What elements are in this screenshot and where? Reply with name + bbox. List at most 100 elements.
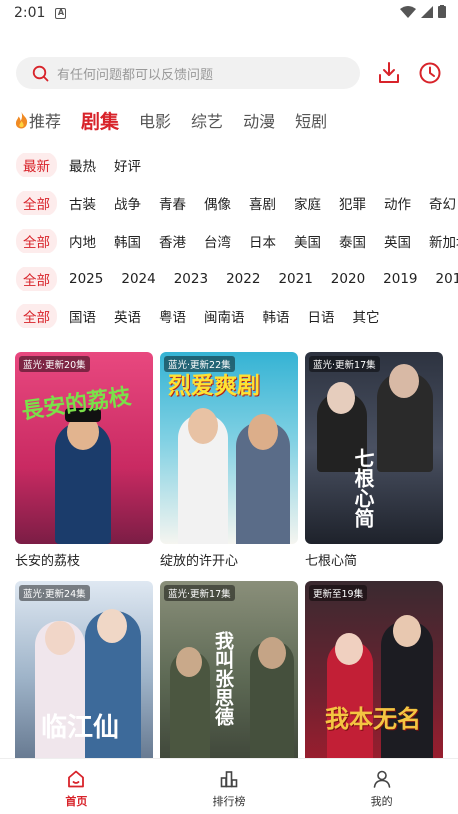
filter-chip[interactable]: 香港 <box>159 229 186 253</box>
poster-title-art: 我叫张思德 <box>212 631 234 726</box>
filter-chip[interactable]: 最新 <box>16 153 57 177</box>
filter-chip[interactable]: 2020 <box>331 269 365 289</box>
video-card[interactable]: 我叫张思德 蓝光·更新17集 <box>160 581 298 773</box>
episode-badge: 更新至19集 <box>309 585 368 601</box>
poster-title-art: 七根心简 <box>351 448 375 528</box>
episode-badge: 蓝光·更新17集 <box>164 585 235 601</box>
filter-chip[interactable]: 全部 <box>16 304 57 328</box>
filter-chip[interactable]: 日本 <box>249 229 276 253</box>
nav-home[interactable]: 首页 <box>0 759 153 814</box>
filter-chip[interactable]: 其它 <box>353 304 380 328</box>
filter-chip[interactable]: 美国 <box>294 229 321 253</box>
filter-chip[interactable]: 英国 <box>384 229 411 253</box>
card-title: 七根心简 <box>305 554 358 569</box>
poster-title-art: 我本无名 <box>325 704 421 733</box>
notification-icon: A <box>55 7 67 19</box>
search-input[interactable]: 有任何问题都可以反馈问题 <box>16 57 360 89</box>
filter-chip[interactable]: 全部 <box>16 267 57 291</box>
filter-chip[interactable]: 2019 <box>383 269 417 289</box>
video-card[interactable]: 七根心简 蓝光·更新17集 七根心简 <box>305 352 443 569</box>
bottom-nav: 首页 排行榜 我的 <box>0 758 458 814</box>
tab-recommend[interactable]: 推荐 <box>14 108 61 132</box>
card-title: 绽放的许开心 <box>160 554 239 569</box>
profile-icon <box>373 770 390 788</box>
poster-image: 長安的荔枝 蓝光·更新20集 <box>15 352 153 544</box>
filter-chip[interactable]: 2021 <box>278 269 312 289</box>
nav-label: 首页 <box>65 795 88 808</box>
ranking-icon <box>220 771 238 788</box>
episode-badge: 蓝光·更新22集 <box>164 356 235 372</box>
poster-image: 七根心简 蓝光·更新17集 <box>305 352 443 544</box>
poster-image: 我叫张思德 蓝光·更新17集 <box>160 581 298 773</box>
filter-chip[interactable]: 闽南语 <box>204 304 245 328</box>
filter-chip[interactable]: 喜剧 <box>249 191 276 215</box>
filter-chip[interactable]: 台湾 <box>204 229 231 253</box>
filter-chip[interactable]: 最热 <box>69 153 96 177</box>
filter-chip[interactable]: 2018 <box>436 269 458 289</box>
filter-row-region: 全部 内地 韩国 香港 台湾 日本 美国 泰国 英国 新加坡 <box>16 229 458 253</box>
filter-chip[interactable]: 青春 <box>159 191 186 215</box>
filter-chip[interactable]: 偶像 <box>204 191 231 215</box>
filter-chip[interactable]: 犯罪 <box>339 191 366 215</box>
filter-chip[interactable]: 家庭 <box>294 191 321 215</box>
filter-chip[interactable]: 全部 <box>16 191 57 215</box>
poster-image: 我本无名 更新至19集 <box>305 581 443 773</box>
filter-chip[interactable]: 2023 <box>174 269 208 289</box>
filter-row-sort: 最新 最热 好评 <box>16 153 458 177</box>
tab-movies[interactable]: 电影 <box>139 108 171 132</box>
filter-chip[interactable]: 古装 <box>69 191 96 215</box>
status-icons <box>400 5 446 18</box>
filter-chip[interactable]: 战争 <box>114 191 141 215</box>
filter-row-year: 全部 2025 2024 2023 2022 2021 2020 2019 20… <box>16 267 458 291</box>
nav-profile[interactable]: 我的 <box>305 759 458 814</box>
filter-row-language: 全部 国语 英语 粤语 闽南语 韩语 日语 其它 <box>16 304 458 328</box>
video-card[interactable]: 我本无名 更新至19集 <box>305 581 443 773</box>
history-icon[interactable] <box>417 60 443 86</box>
video-card[interactable]: 長安的荔枝 蓝光·更新20集 长安的荔枝 <box>15 352 153 569</box>
video-card[interactable]: 烈爱爽剧 蓝光·更新22集 绽放的许开心 <box>160 352 298 569</box>
episode-badge: 蓝光·更新20集 <box>19 356 90 372</box>
nav-label: 我的 <box>370 795 393 808</box>
tab-label: 推荐 <box>29 112 62 131</box>
filter-chip[interactable]: 内地 <box>69 229 96 253</box>
filter-chip[interactable]: 英语 <box>114 304 141 328</box>
wifi-icon <box>400 5 416 18</box>
fire-icon <box>15 112 28 129</box>
filter-chip[interactable]: 粤语 <box>159 304 186 328</box>
status-bar: 2:01 A <box>0 0 458 26</box>
category-tabs: 推荐 剧集 电影 综艺 动漫 短剧 <box>14 105 347 135</box>
filter-chip[interactable]: 动作 <box>384 191 411 215</box>
nav-ranking[interactable]: 排行榜 <box>153 759 306 814</box>
filter-chip[interactable]: 2025 <box>69 269 103 289</box>
search-icon <box>32 65 49 81</box>
filter-chip[interactable]: 韩国 <box>114 229 141 253</box>
filter-chip[interactable]: 全部 <box>16 229 57 253</box>
status-time: 2:01 <box>14 5 46 21</box>
filter-chip[interactable]: 好评 <box>114 153 141 177</box>
tab-anime[interactable]: 动漫 <box>243 108 275 132</box>
filter-chip[interactable]: 新加坡 <box>429 229 458 253</box>
search-placeholder: 有任何问题都可以反馈问题 <box>57 67 214 83</box>
home-icon <box>68 770 85 788</box>
poster-image: 临江仙 蓝光·更新24集 <box>15 581 153 773</box>
video-card[interactable]: 临江仙 蓝光·更新24集 <box>15 581 153 773</box>
filter-chip[interactable]: 韩语 <box>263 304 290 328</box>
tab-variety[interactable]: 综艺 <box>191 108 223 132</box>
filter-chip[interactable]: 国语 <box>69 304 96 328</box>
episode-badge: 蓝光·更新17集 <box>309 356 380 372</box>
poster-image: 烈爱爽剧 蓝光·更新22集 <box>160 352 298 544</box>
filter-chip[interactable]: 2022 <box>226 269 260 289</box>
filter-chip[interactable]: 泰国 <box>339 229 366 253</box>
filter-chip[interactable]: 奇幻 <box>429 191 456 215</box>
episode-badge: 蓝光·更新24集 <box>19 585 90 601</box>
signal-icon <box>421 5 433 18</box>
tab-short-drama[interactable]: 短剧 <box>295 108 327 132</box>
filter-chip[interactable]: 日语 <box>308 304 335 328</box>
poster-title-art: 临江仙 <box>41 713 120 743</box>
battery-icon <box>438 5 446 18</box>
card-title: 长安的荔枝 <box>15 554 81 569</box>
tab-series[interactable]: 剧集 <box>81 107 119 134</box>
download-icon[interactable] <box>377 60 401 86</box>
filter-chip[interactable]: 2024 <box>121 269 155 289</box>
search-row: 有任何问题都可以反馈问题 <box>16 57 446 89</box>
